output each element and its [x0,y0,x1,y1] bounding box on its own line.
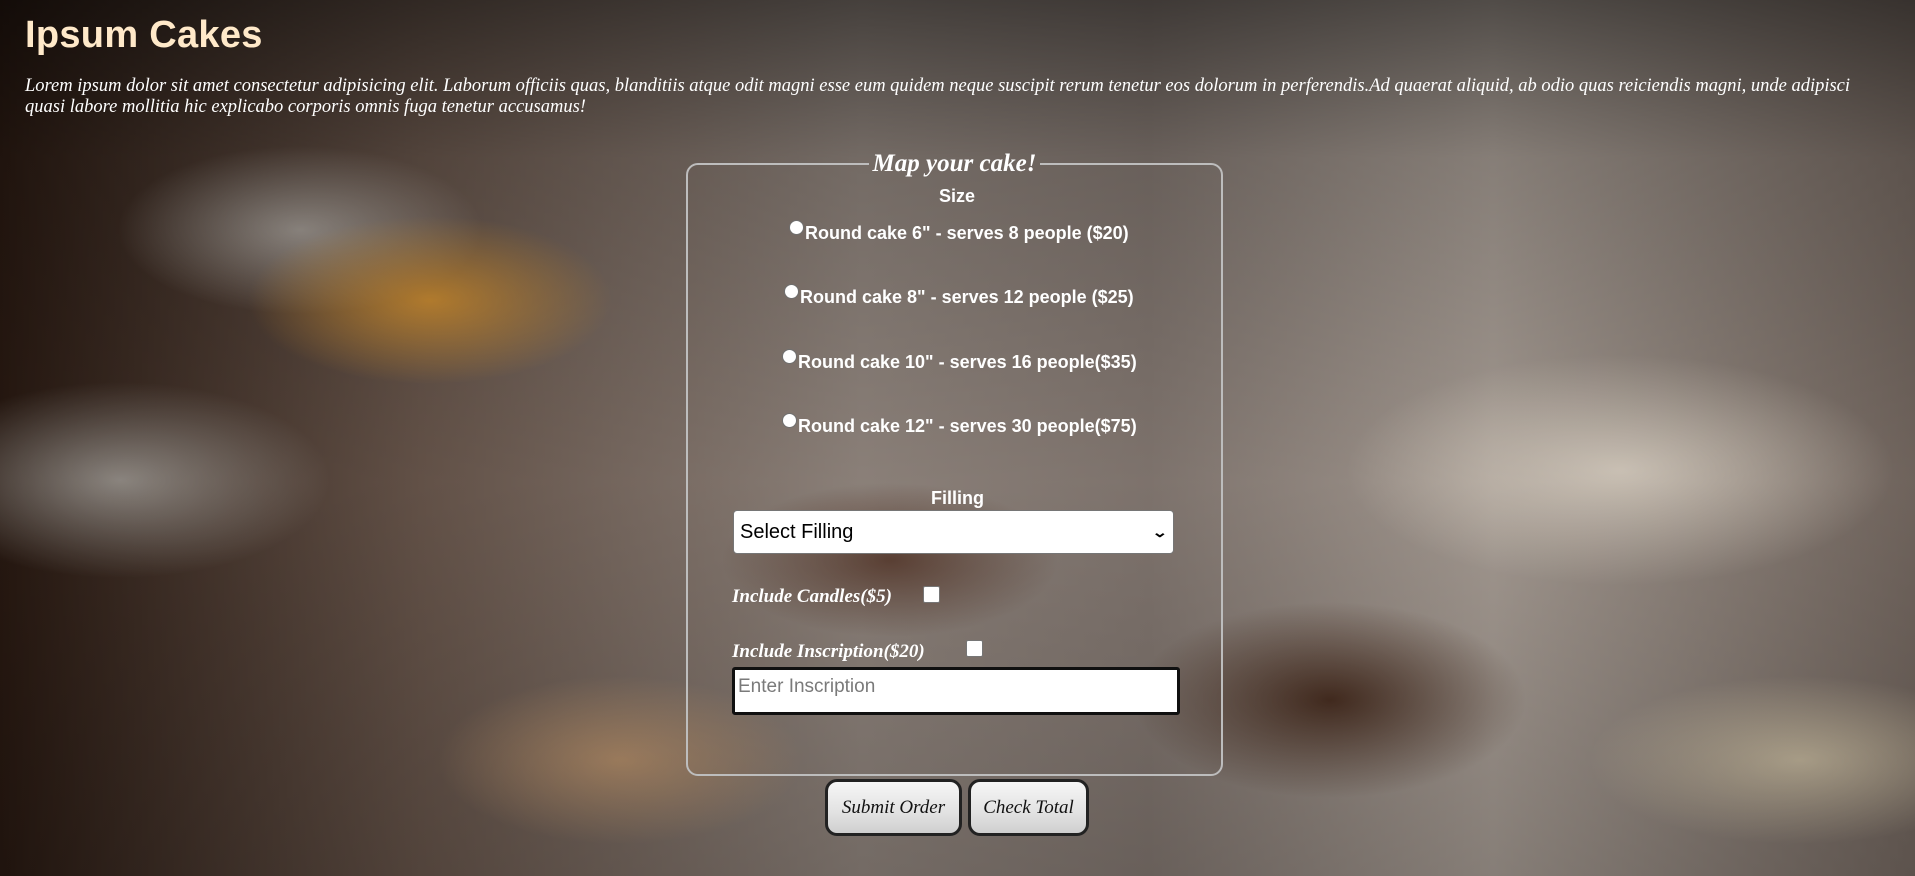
chevron-down-icon: ⌄ [1151,523,1169,540]
size-option-label: Round cake 10" - serves 16 people($35) [798,352,1137,372]
radio-button[interactable] [789,220,804,235]
filling-selected-value: Select Filling [740,520,854,543]
form-legend: Map your cake! [872,150,1037,177]
candles-label: Include Candles($5) [732,586,892,607]
inscription-input[interactable]: Enter Inscription [732,667,1180,715]
size-option-10in[interactable]: Round cake 10" - serves 16 people($35) [782,349,1137,373]
size-option-label: Round cake 12" - serves 30 people($75) [798,416,1137,436]
intro-paragraph: Lorem ipsum dolor sit amet consectetur a… [25,76,1851,117]
filling-select[interactable]: Select Filling ⌄ [733,510,1174,554]
submit-order-button[interactable]: Submit Order [825,779,962,836]
size-option-6in[interactable]: Round cake 6" - serves 8 people ($20) [789,220,1129,244]
size-option-label: Round cake 8" - serves 12 people ($25) [800,287,1134,307]
check-total-button[interactable]: Check Total [968,779,1089,836]
radio-button[interactable] [784,284,799,299]
filling-label: Filling [931,488,984,508]
inscription-label: Include Inscription($20) [732,641,925,662]
radio-button[interactable] [782,349,797,364]
site-title: Ipsum Cakes [25,14,263,56]
inscription-checkbox[interactable] [966,640,983,657]
size-option-label: Round cake 6" - serves 8 people ($20) [805,223,1129,243]
radio-button[interactable] [782,413,797,428]
candles-checkbox[interactable] [923,586,940,603]
size-option-12in[interactable]: Round cake 12" - serves 30 people($75) [782,413,1137,437]
size-label: Size [939,186,976,206]
size-option-8in[interactable]: Round cake 8" - serves 12 people ($25) [784,284,1134,308]
